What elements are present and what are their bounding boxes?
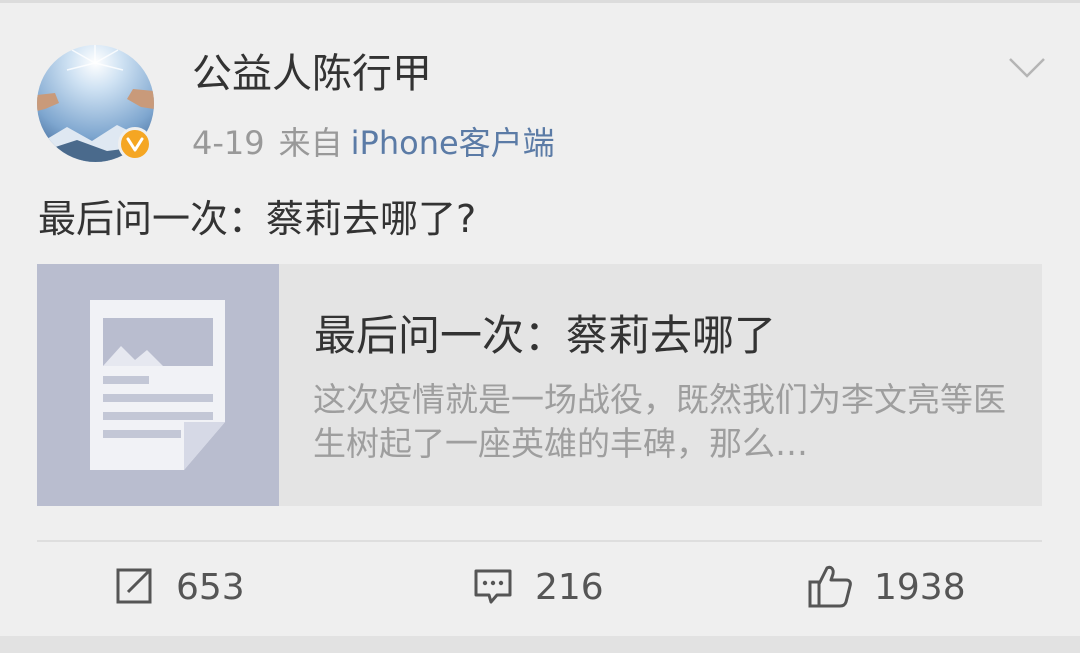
comment-icon bbox=[471, 564, 515, 612]
article-description: 这次疫情就是一场战役，既然我们为李文亮等医生树起了一座英雄的丰碑，那么… bbox=[313, 380, 1006, 463]
post-date: 4-19 bbox=[192, 124, 265, 162]
comment-button[interactable]: 216 bbox=[471, 560, 604, 616]
username[interactable]: 公益人陈行甲 bbox=[192, 48, 432, 100]
verified-badge bbox=[118, 127, 152, 161]
article-thumbnail bbox=[37, 264, 279, 506]
article-card[interactable]: 最后问一次：蔡莉去哪了 这次疫情就是一场战役，既然我们为李文亮等医生树起了一座英… bbox=[37, 264, 1042, 506]
comment-count: 216 bbox=[535, 567, 604, 608]
like-count: 1938 bbox=[874, 567, 966, 608]
action-divider bbox=[37, 540, 1042, 542]
bottom-separator bbox=[0, 636, 1080, 653]
share-icon bbox=[112, 564, 156, 612]
like-button[interactable]: 1938 bbox=[806, 560, 966, 616]
source-client-link[interactable]: iPhone客户端 bbox=[351, 124, 555, 162]
article-title: 最后问一次：蔡莉去哪了 bbox=[314, 311, 777, 360]
thumbs-up-icon bbox=[806, 562, 854, 614]
repost-count: 653 bbox=[176, 567, 245, 608]
post-text: 最后问一次：蔡莉去哪了? bbox=[38, 197, 477, 241]
repost-button[interactable]: 653 bbox=[112, 560, 245, 616]
source-prefix: 来自 bbox=[278, 124, 343, 162]
top-divider bbox=[0, 0, 1080, 3]
chevron-down-icon[interactable] bbox=[1007, 55, 1047, 81]
post-meta: 4-19 来自 iPhone客户端 bbox=[192, 120, 555, 166]
